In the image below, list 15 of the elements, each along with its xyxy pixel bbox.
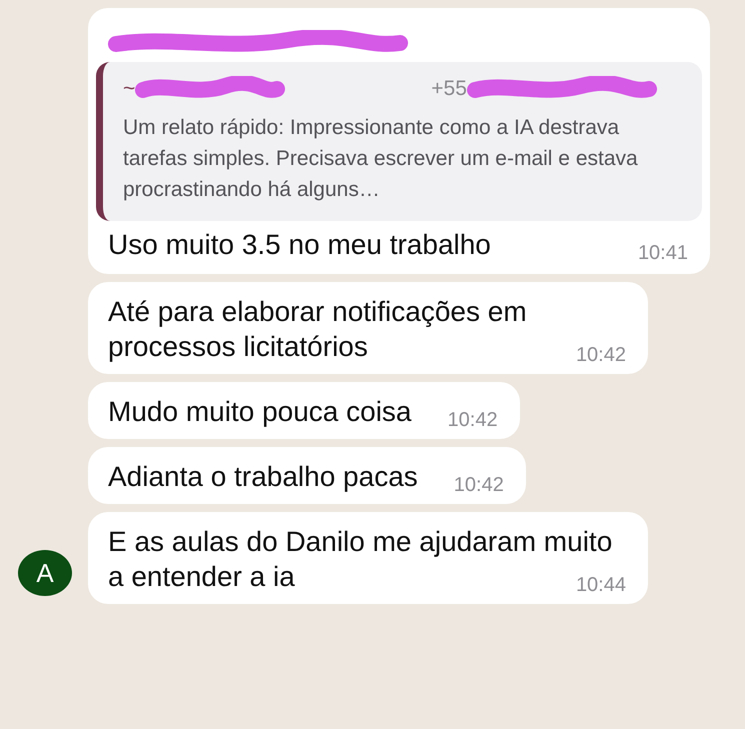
- message-text: Adianta o trabalho pacas 10:42: [108, 460, 504, 494]
- quoted-sender-prefix: ~: [123, 77, 136, 101]
- avatar[interactable]: A: [18, 550, 72, 596]
- message-text: Mudo muito pouca coisa 10:42: [108, 395, 498, 429]
- quoted-message[interactable]: ~ +55 Um relato rápido: Impressionante como a IA destrava tarefas simples. Precisava escrever um e-mail e estava procrastinando há alguns…: [96, 62, 702, 221]
- message-text: Uso muito 3.5 no meu trabalho 10:41: [107, 228, 689, 264]
- message-time: 10:42: [454, 473, 504, 497]
- message-text: Até para elaborar notificações em processos licitatórios 10:42: [108, 295, 626, 364]
- message-time: 10:41: [638, 241, 688, 265]
- quoted-phone-prefix: +55: [431, 77, 467, 101]
- message-time: 10:42: [448, 408, 498, 432]
- quoted-text: Um relato rápido: Impressionante como a IA destrava tarefas simples. Precisava escrever um e-mail e estava procrastinando há alguns…: [123, 115, 639, 203]
- message-time: 10:44: [576, 573, 626, 597]
- message-text: E as aulas do Danilo me ajudaram muito a entender a ia 10:44: [108, 525, 626, 594]
- message-time: 10:42: [576, 343, 626, 367]
